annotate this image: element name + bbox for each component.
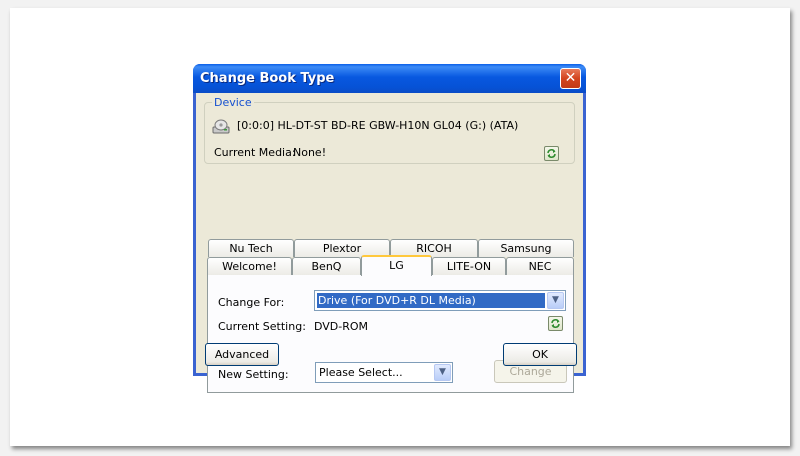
dialog-body: Device [0:0:0] HL-DT-ST BD-RE GBW-H10N G… [196,93,583,393]
title-bar[interactable]: Change Book Type ✕ [193,64,586,93]
current-media-label: Current Media: [214,146,296,159]
close-button[interactable]: ✕ [560,68,581,89]
chevron-down-icon[interactable]: ▼ [547,292,564,309]
device-legend: Device [212,96,254,109]
change-for-select[interactable]: Drive (For DVD+R DL Media) ▼ [314,290,566,311]
refresh-icon [551,319,560,328]
device-group: Device [0:0:0] HL-DT-ST BD-RE GBW-H10N G… [204,96,575,164]
change-book-type-dialog: Change Book Type ✕ Device [0:0:0] HL-DT-… [193,64,586,393]
ok-button[interactable]: OK [503,343,577,366]
dialog-title: Change Book Type [200,71,335,86]
tab-samsung[interactable]: Samsung [478,239,574,257]
chevron-down-icon[interactable]: ▼ [434,364,451,381]
lg-tab-panel: Change For: Drive (For DVD+R DL Media) ▼… [207,273,574,393]
tab-lg[interactable]: LG [361,255,432,276]
drive-icon [212,119,230,134]
close-icon: ✕ [564,70,577,86]
tab-welcome[interactable]: Welcome! [207,257,292,275]
tab-nu-tech[interactable]: Nu Tech [208,239,294,257]
tab-nec[interactable]: NEC [506,257,574,275]
refresh-icon [547,149,556,158]
change-for-value: Drive (For DVD+R DL Media) [317,293,545,308]
tab-benq[interactable]: BenQ [292,257,361,275]
current-setting-value: DVD-ROM [314,320,369,333]
drive-name: [0:0:0] HL-DT-ST BD-RE GBW-H10N GL04 (G:… [237,119,519,132]
refresh-setting-icon[interactable] [548,316,563,331]
tab-lite-on[interactable]: LITE-ON [432,257,506,275]
advanced-button[interactable]: Advanced [205,343,279,366]
current-setting-label: Current Setting: [218,320,306,333]
new-setting-label: New Setting: [218,368,289,381]
new-setting-select[interactable]: Please Select... ▼ [315,362,453,383]
new-setting-value: Please Select... [319,366,403,379]
refresh-media-icon[interactable] [544,146,559,161]
change-for-label: Change For: [218,296,285,309]
current-media-value: None! [293,146,327,159]
